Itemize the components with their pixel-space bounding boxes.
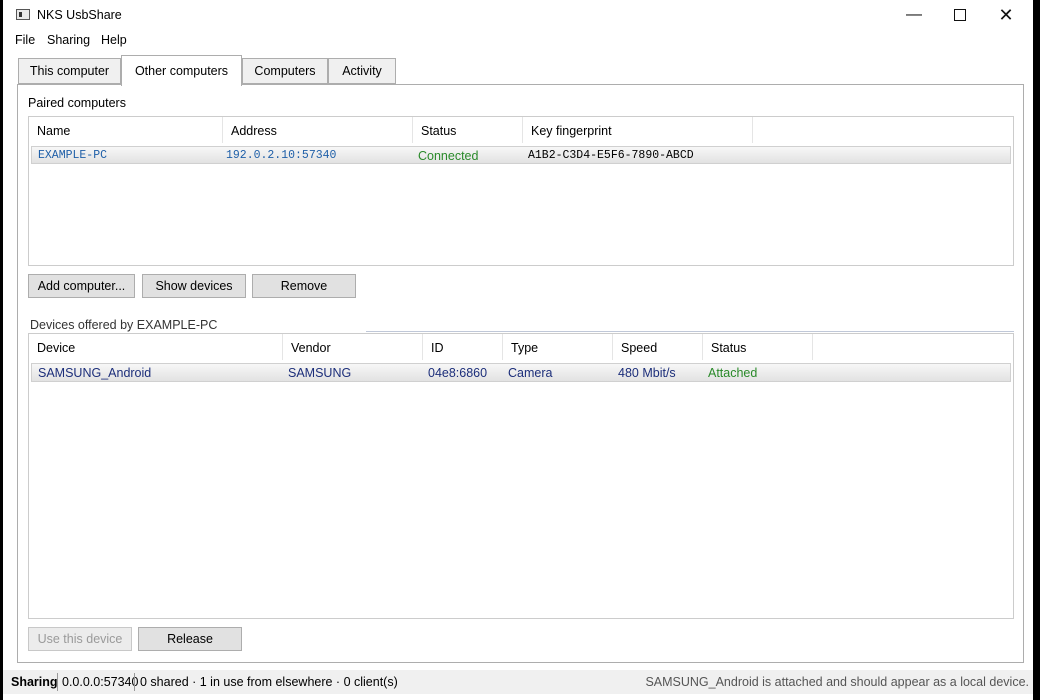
menu-bar: File Sharing Help <box>3 30 1033 50</box>
maximize-icon[interactable] <box>937 0 983 30</box>
tab-panel: Paired computers Name Address Status Key… <box>17 84 1024 663</box>
column-header-key-fingerprint[interactable]: Key fingerprint <box>523 117 753 143</box>
status-mode: Sharing <box>11 675 58 689</box>
column-header-id[interactable]: ID <box>423 334 503 360</box>
column-header-speed[interactable]: Speed <box>613 334 703 360</box>
tab-other-computers[interactable]: Other computers <box>121 55 242 86</box>
column-header-address[interactable]: Address <box>223 117 413 143</box>
status-message: SAMSUNG_Android is attached and should a… <box>645 675 1029 689</box>
column-header-vendor[interactable]: Vendor <box>283 334 423 360</box>
devices-label: Devices offered by EXAMPLE-PC <box>30 318 218 332</box>
app-icon <box>16 9 30 20</box>
column-header-status[interactable]: Status <box>413 117 523 143</box>
app-window: NKS UsbShare — ✕ File Sharing Help This … <box>3 0 1033 700</box>
status-separator <box>134 673 135 691</box>
add-computer-button[interactable]: Add computer... <box>28 274 135 298</box>
status-separator <box>57 673 58 691</box>
window-title: NKS UsbShare <box>37 8 122 22</box>
remove-button[interactable]: Remove <box>252 274 356 298</box>
status-endpoint: 0.0.0.0:57340 <box>62 675 139 689</box>
release-button[interactable]: Release <box>138 627 242 651</box>
title-bar[interactable]: NKS UsbShare — ✕ <box>3 0 1033 30</box>
column-header-type[interactable]: Type <box>503 334 613 360</box>
tab-activity[interactable]: Activity <box>328 58 396 84</box>
paired-computers-label: Paired computers <box>28 96 126 110</box>
cell-name: EXAMPLE-PC <box>38 149 108 162</box>
cell-id: 04e8:6860 <box>428 366 488 380</box>
column-header-name[interactable]: Name <box>29 117 223 143</box>
menu-help[interactable]: Help <box>101 33 127 47</box>
paired-computers-list[interactable]: Name Address Status Key fingerprint EXAM… <box>28 116 1014 266</box>
cell-fingerprint: A1B2-C3D4-E5F6-7890-ABCD <box>528 149 694 162</box>
column-header-device-status[interactable]: Status <box>703 334 813 360</box>
menu-file[interactable]: File <box>15 33 35 47</box>
tab-this-computer[interactable]: This computer <box>18 58 121 84</box>
minimize-icon[interactable]: — <box>891 0 937 30</box>
close-icon[interactable]: ✕ <box>983 0 1029 30</box>
group-divider <box>366 331 1014 332</box>
table-row[interactable]: EXAMPLE-PC 192.0.2.10:57340 Connected A1… <box>31 146 1011 164</box>
cell-device: SAMSUNG_Android <box>38 366 152 380</box>
table-row[interactable]: SAMSUNG_Android SAMSUNG 04e8:6860 Camera… <box>31 363 1011 382</box>
cell-device-status: Attached <box>708 366 758 380</box>
menu-sharing[interactable]: Sharing <box>47 33 90 47</box>
cell-speed: 480 Mbit/s <box>618 366 676 380</box>
tab-computers[interactable]: Computers <box>242 58 328 84</box>
status-bar: Sharing 0.0.0.0:57340 0 shared · 1 in us… <box>3 670 1033 694</box>
show-devices-button[interactable]: Show devices <box>142 274 246 298</box>
column-header-device[interactable]: Device <box>29 334 283 360</box>
cell-vendor: SAMSUNG <box>288 366 352 380</box>
status-summary: 0 shared · 1 in use from elsewhere · 0 c… <box>140 675 398 689</box>
cell-type: Camera <box>508 366 553 380</box>
cell-address: 192.0.2.10:57340 <box>226 149 337 162</box>
use-this-device-button[interactable]: Use this device <box>28 627 132 651</box>
devices-list[interactable]: Device Vendor ID Type Speed Status SAMSU… <box>28 333 1014 619</box>
cell-status: Connected <box>418 149 479 163</box>
